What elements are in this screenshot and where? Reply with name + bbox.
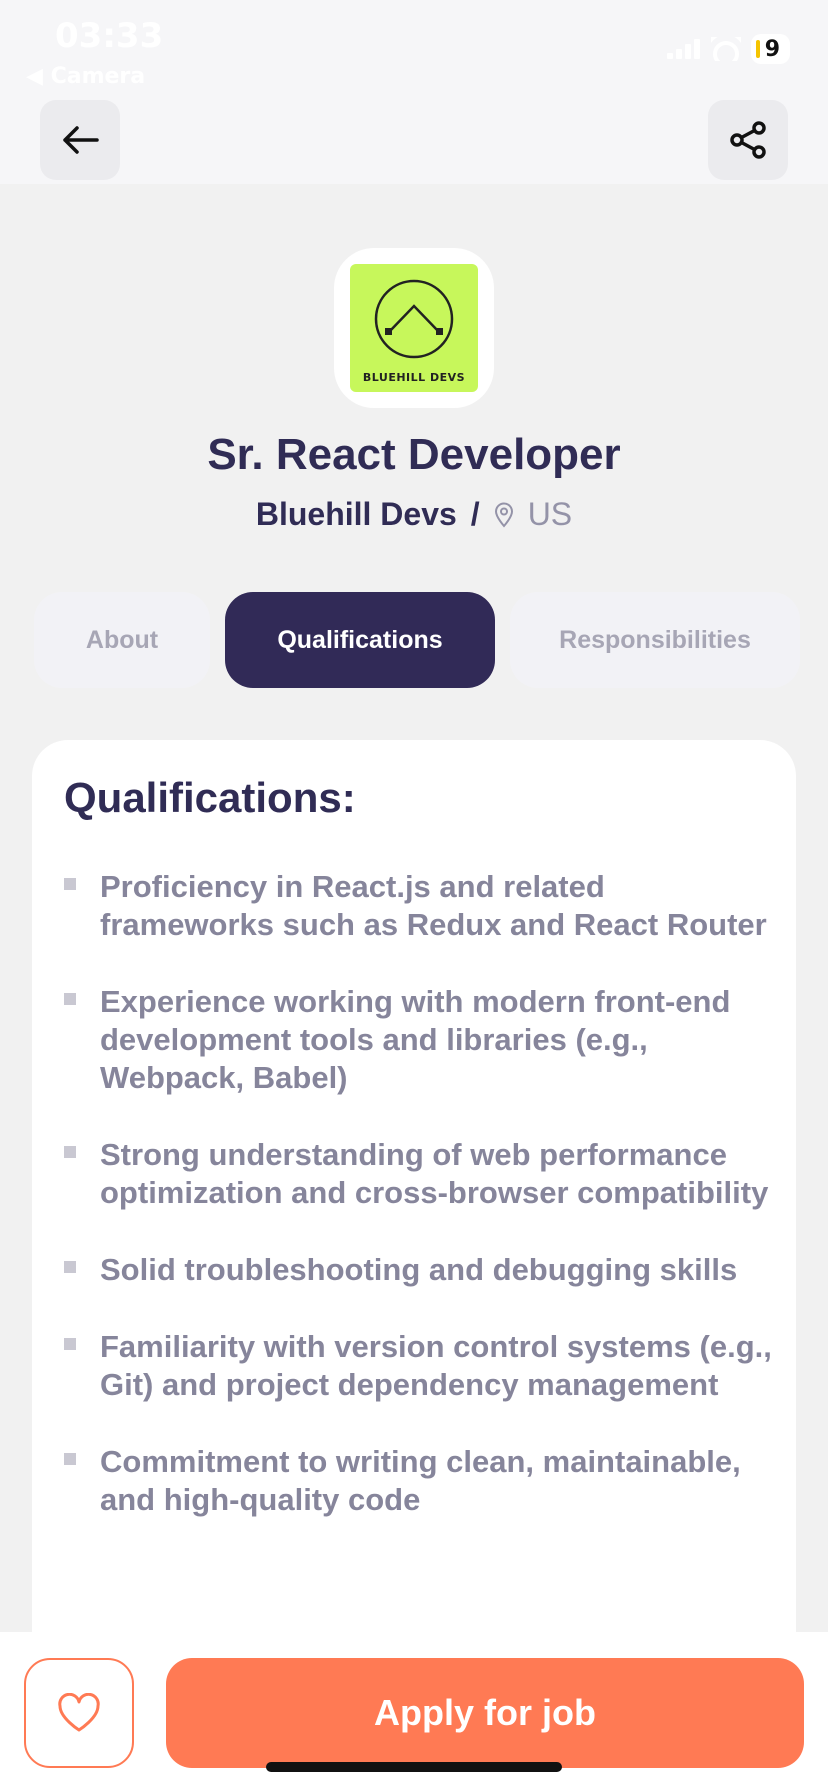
share-button[interactable] bbox=[708, 100, 788, 180]
list-item-text: Solid troubleshooting and debugging skil… bbox=[100, 1252, 738, 1287]
list-item-text: Proficiency in React.js and related fram… bbox=[100, 869, 767, 942]
status-time: 03:33 bbox=[55, 16, 164, 56]
bullet-icon bbox=[64, 993, 76, 1005]
home-indicator bbox=[266, 1762, 562, 1772]
status-bar: 03:33 ◀ Camera 9 bbox=[0, 0, 828, 90]
company-name: Bluehill Devs bbox=[255, 496, 457, 532]
status-indicators: 9 bbox=[666, 34, 790, 64]
battery-icon: 9 bbox=[750, 34, 790, 64]
bullet-icon bbox=[64, 878, 76, 890]
favorite-button[interactable] bbox=[24, 1658, 134, 1768]
list-item: Experience working with modern front-end… bbox=[64, 983, 774, 1097]
list-item: Strong understanding of web performance … bbox=[64, 1136, 774, 1212]
bullet-icon bbox=[64, 1261, 76, 1273]
meta-separator: / bbox=[470, 496, 480, 532]
list-item-text: Commitment to writing clean, maintainabl… bbox=[100, 1444, 741, 1517]
tab-about[interactable]: About bbox=[34, 592, 210, 688]
list-item: Commitment to writing clean, maintainabl… bbox=[64, 1443, 774, 1519]
company-logo: BLUEHILL DEVS bbox=[334, 248, 494, 408]
tab-responsibilities[interactable]: Responsibilities bbox=[510, 592, 800, 688]
tab-qualifications[interactable]: Qualifications bbox=[225, 592, 495, 688]
logo-wordmark: BLUEHILL DEVS bbox=[362, 371, 466, 384]
qualifications-heading: Qualifications: bbox=[64, 774, 356, 821]
list-item-text: Experience working with modern front-end… bbox=[100, 984, 731, 1095]
location-pin-icon bbox=[494, 502, 513, 528]
list-item: Solid troubleshooting and debugging skil… bbox=[64, 1251, 774, 1289]
back-button[interactable] bbox=[40, 100, 120, 180]
share-icon bbox=[730, 121, 766, 159]
logo-image: BLUEHILL DEVS bbox=[350, 264, 478, 392]
bullet-icon bbox=[64, 1453, 76, 1465]
list-item-text: Strong understanding of web performance … bbox=[100, 1137, 769, 1210]
job-meta: Bluehill Devs / US bbox=[0, 496, 828, 533]
job-location: US bbox=[494, 496, 572, 533]
list-item: Proficiency in React.js and related fram… bbox=[64, 868, 774, 944]
wifi-icon bbox=[710, 37, 741, 61]
cellular-signal-icon bbox=[666, 39, 701, 59]
battery-level: 9 bbox=[764, 36, 780, 62]
qualifications-list: Proficiency in React.js and related fram… bbox=[64, 868, 774, 1558]
list-item-text: Familiarity with version control systems… bbox=[100, 1329, 772, 1402]
heart-icon bbox=[58, 1693, 100, 1732]
back-to-app-link[interactable]: ◀ Camera bbox=[26, 64, 145, 89]
bullet-icon bbox=[64, 1146, 76, 1158]
location-label: US bbox=[527, 496, 573, 532]
arrow-left-icon bbox=[63, 126, 99, 154]
apply-button[interactable]: Apply for job bbox=[166, 1658, 804, 1768]
list-item: Familiarity with version control systems… bbox=[64, 1328, 774, 1404]
bullet-icon bbox=[64, 1338, 76, 1350]
job-title: Sr. React Developer bbox=[207, 430, 621, 479]
